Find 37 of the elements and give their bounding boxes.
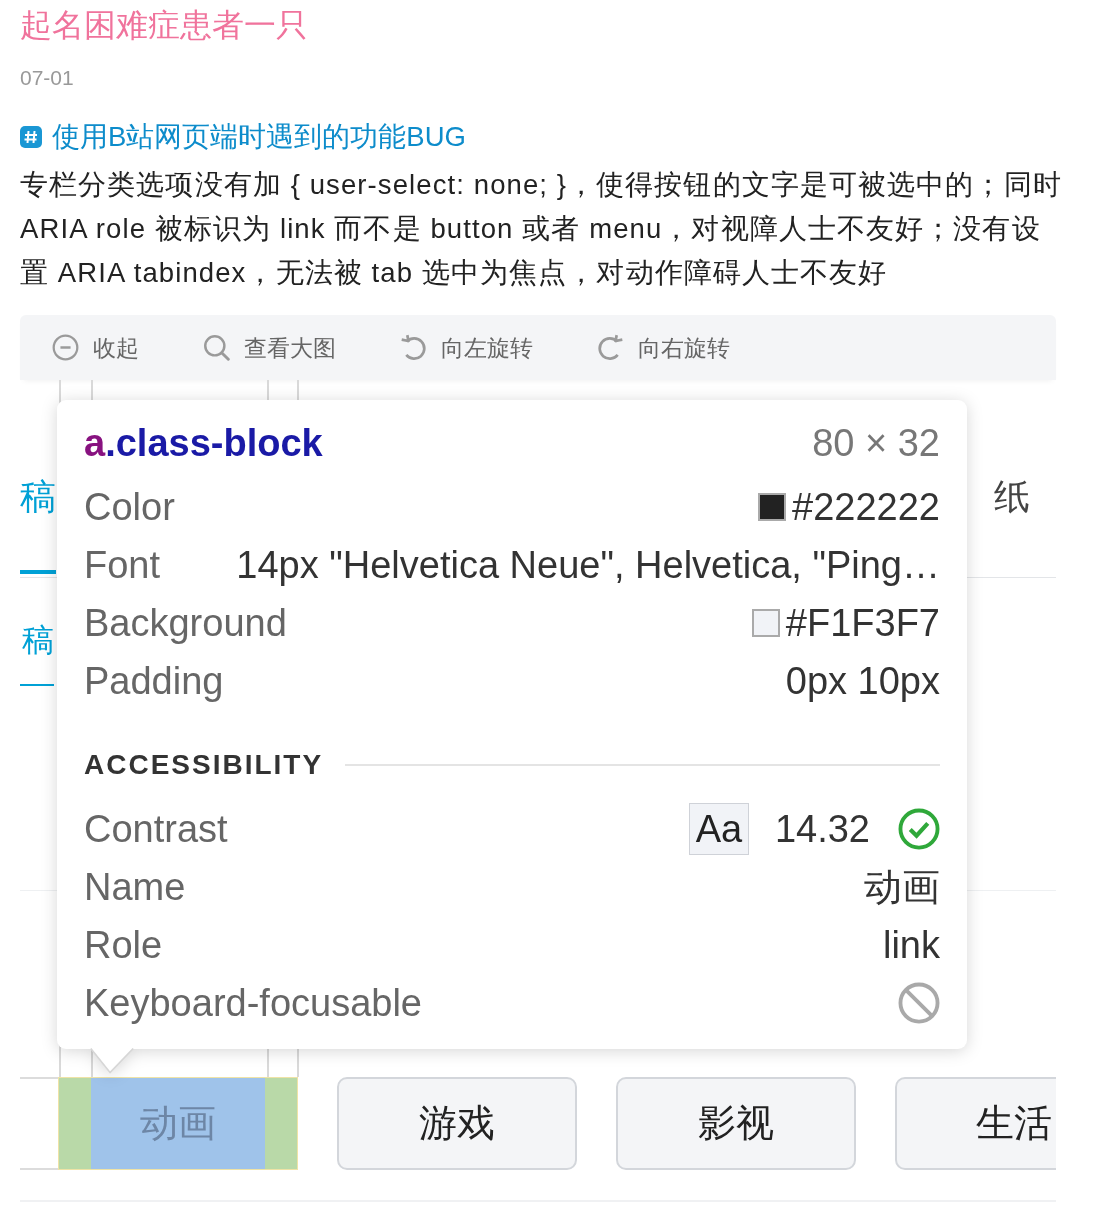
- element-selector: a.class-block: [84, 421, 323, 466]
- rotate-right-icon: [597, 334, 624, 361]
- collapse-button[interactable]: 收起: [52, 331, 139, 364]
- post-text: 专栏分类选项没有加 { user-select: none; }，使得按钮的文字是可被选中的；同时 ARIA role 被标识为 link 而不是 button 或者 menu，对视障人士不友好；没有设置 ARIA tabindex，无法被 tab 选中为焦点，对动作障碍人士不友好: [20, 168, 1063, 290]
- property-label: Role: [84, 923, 163, 968]
- property-label: Name: [84, 865, 186, 910]
- search-icon: [203, 334, 230, 361]
- category-button[interactable]: 影视: [616, 1077, 856, 1170]
- element-size: 80 × 32: [812, 421, 940, 466]
- category-button[interactable]: 游戏: [337, 1077, 577, 1170]
- topic-link[interactable]: 使用B站网页端时遇到的功能BUG: [20, 117, 466, 157]
- rotate-left-button[interactable]: 向左旋转: [400, 331, 533, 364]
- contrast-ratio: 14.32: [774, 807, 870, 852]
- property-label: Color: [84, 485, 175, 530]
- property-label: Font: [84, 543, 161, 588]
- hashtag-icon: [20, 126, 42, 148]
- view-large-button[interactable]: 查看大图: [203, 331, 336, 364]
- property-label: Background: [84, 601, 287, 646]
- property-value: #F1F3F7: [785, 601, 940, 646]
- contrast-sample: Aa: [688, 803, 749, 855]
- minus-circle-icon: [52, 334, 79, 361]
- property-label: Keyboard-focusable: [84, 981, 422, 1026]
- rotate-right-button[interactable]: 向右旋转: [597, 331, 730, 364]
- sub-tab[interactable]: 稿: [20, 618, 54, 686]
- category-button[interactable]: 生活: [895, 1077, 1056, 1170]
- page-tab[interactable]: 纸: [994, 472, 1030, 574]
- section-heading: ACCESSIBILITY: [84, 748, 324, 782]
- property-value: 0px 10px: [785, 659, 940, 704]
- post-date: 07-01: [20, 65, 75, 91]
- property-label: Padding: [84, 659, 224, 704]
- property-label: Contrast: [84, 807, 228, 852]
- property-value: link: [882, 923, 940, 968]
- rotate-left-icon: [400, 334, 427, 361]
- property-value: #222222: [792, 485, 940, 530]
- author-name[interactable]: 起名困难症患者一只: [20, 0, 308, 47]
- property-value: 14px "Helvetica Neue", Helvetica, "Ping…: [236, 543, 940, 588]
- property-value: 动画: [864, 865, 940, 910]
